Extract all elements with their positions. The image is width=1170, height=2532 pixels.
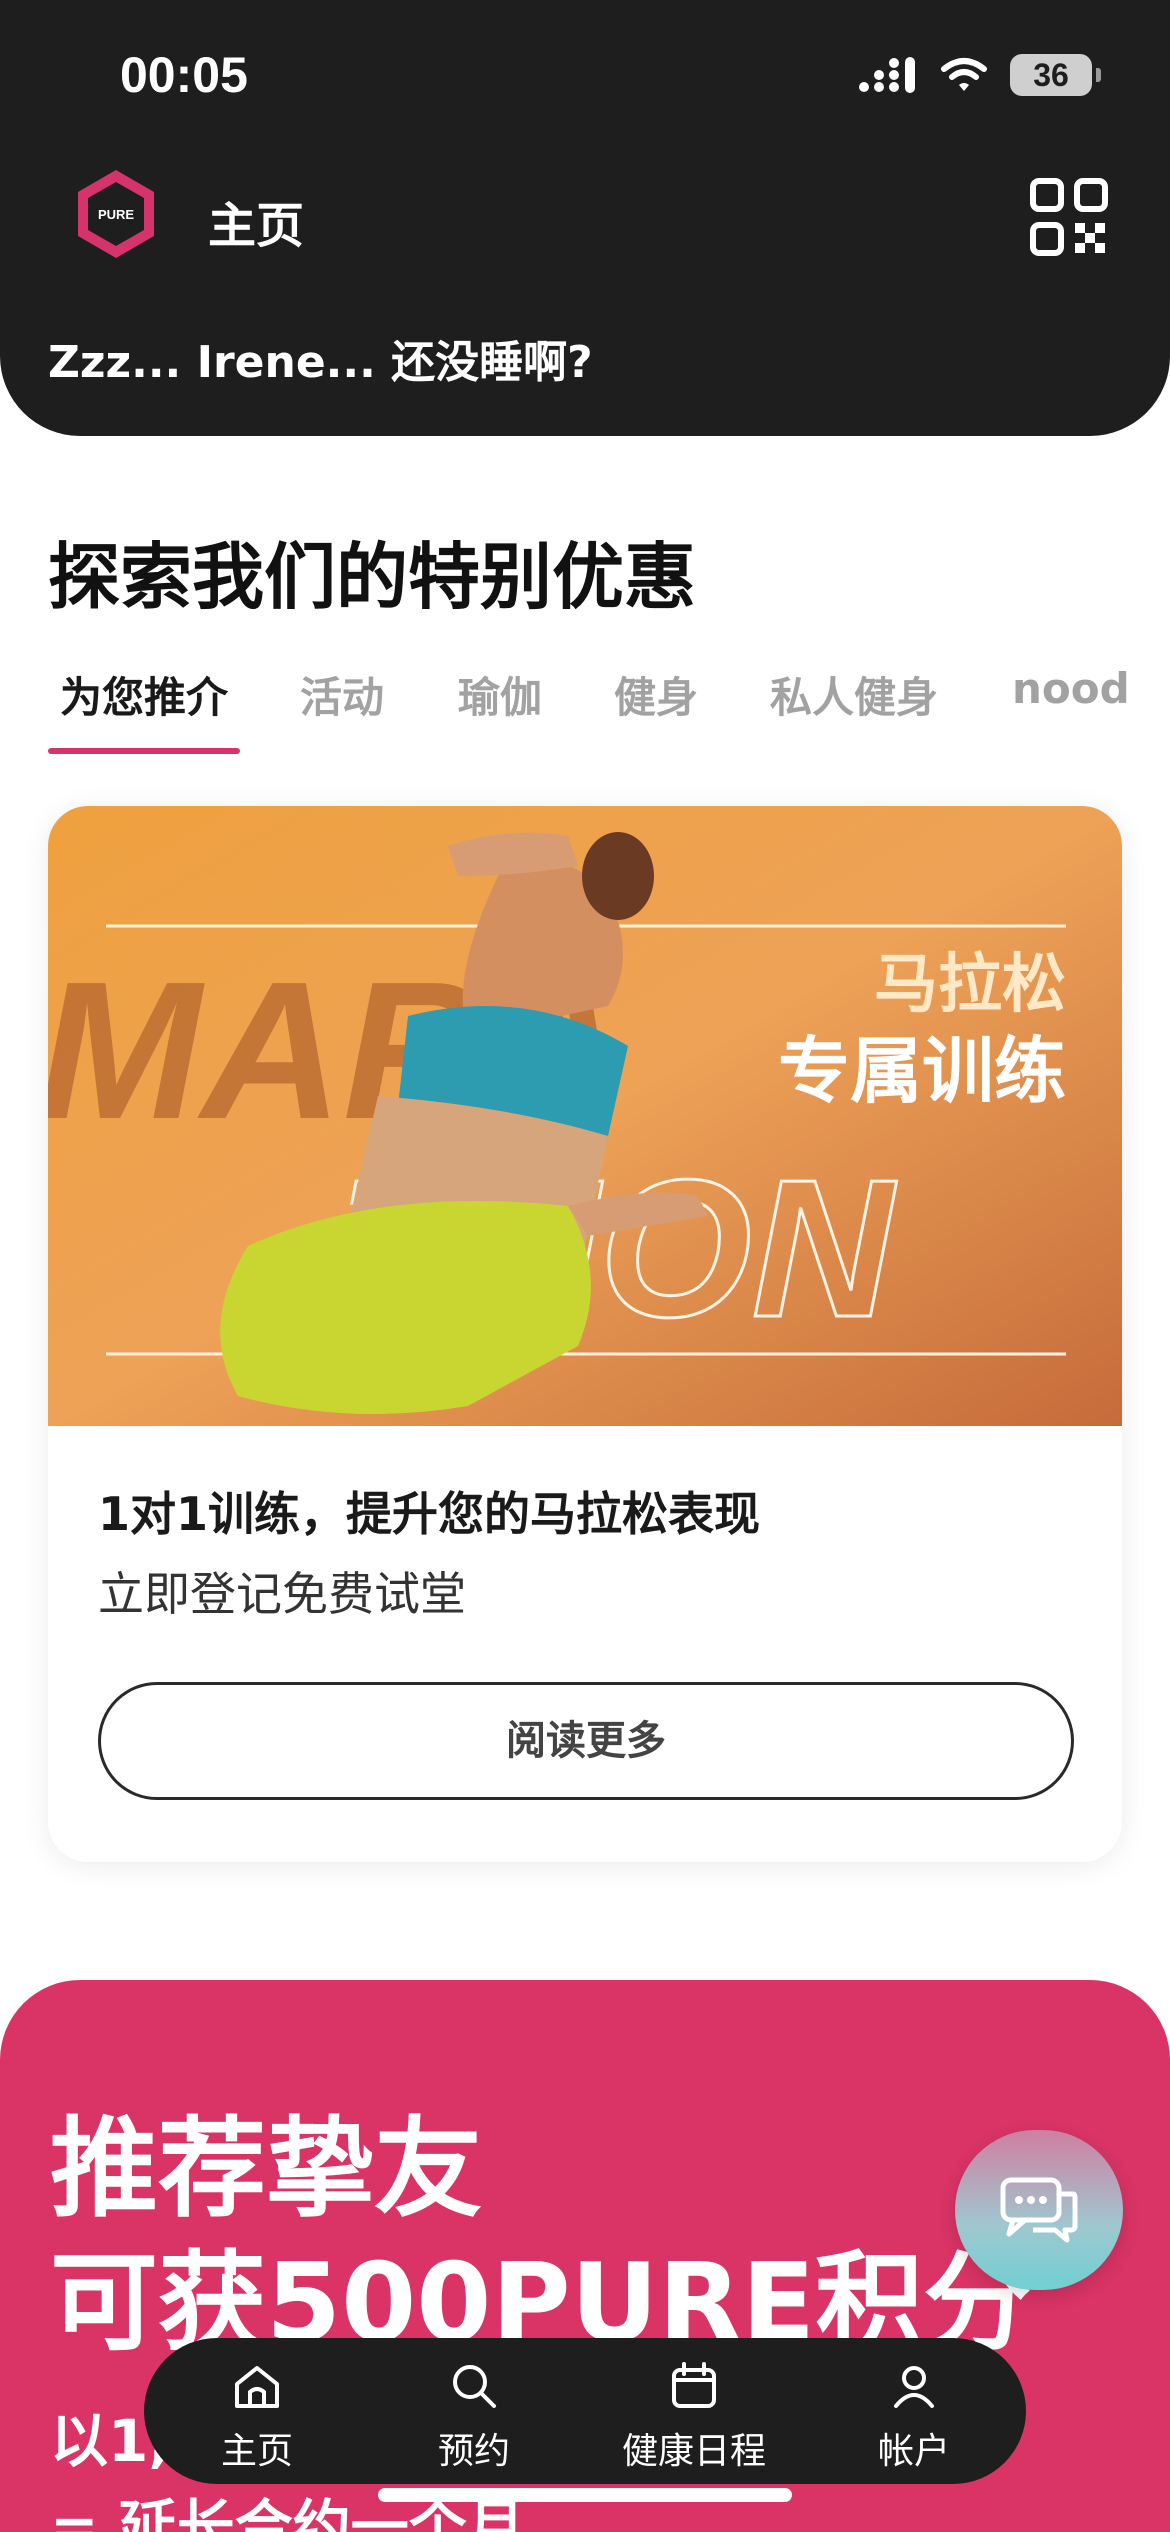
status-time: 00:05: [120, 47, 248, 103]
banner-line-1: 马拉松: [874, 948, 1066, 1022]
qr-code-icon[interactable]: [1030, 178, 1108, 256]
nav-booking[interactable]: 预约: [384, 2338, 564, 2484]
bottom-nav: 主页 预约 健康日程 帐户: [144, 2338, 1026, 2484]
app-header: 00:05 36 PURE 主页 Zzz... Irene... 还没睡啊?: [0, 0, 1170, 436]
tab-recommended[interactable]: 为您推介: [60, 664, 228, 725]
cellular-signal-icon: [859, 57, 915, 93]
nav-account[interactable]: 帐户: [824, 2338, 1004, 2484]
tab-yoga[interactable]: 瑜伽: [458, 664, 542, 725]
promo-subtitle: 立即登记免费试堂: [98, 1567, 466, 1621]
chat-button[interactable]: [955, 2130, 1123, 2290]
offer-tabs: 为您推介 活动 瑜伽 健身 私人健身 nood: [48, 656, 1170, 756]
tab-events[interactable]: 活动: [300, 664, 384, 725]
home-icon: [235, 2366, 279, 2408]
nav-schedule[interactable]: 健康日程: [604, 2338, 784, 2484]
referral-title: 推荐挚友: [50, 2107, 483, 2232]
read-more-button[interactable]: 阅读更多: [98, 1682, 1074, 1800]
nav-booking-label: 预约: [437, 2431, 510, 2472]
nav-schedule-label: 健康日程: [621, 2431, 766, 2472]
active-tab-indicator: [48, 748, 240, 754]
battery-indicator: 36: [1010, 54, 1101, 96]
pure-logo[interactable]: PURE: [70, 168, 162, 260]
logo-text: PURE: [98, 207, 134, 222]
chat-icon: [1000, 2177, 1078, 2243]
user-icon: [894, 2366, 934, 2408]
nav-home[interactable]: 主页: [167, 2338, 347, 2484]
page-title: 主页: [208, 198, 305, 254]
tab-fitness[interactable]: 健身: [614, 664, 698, 725]
tab-personal-training[interactable]: 私人健身: [770, 664, 938, 725]
promo-card[interactable]: MARA THON 马拉松 专属训练 1对1训练，提升您的马拉松表现 立即登记免…: [48, 806, 1122, 1862]
home-indicator[interactable]: [378, 2488, 792, 2502]
marathon-banner-image: MARA THON 马拉松 专属训练: [48, 806, 1122, 1426]
nav-account-label: 帐户: [877, 2431, 950, 2472]
status-icons: 36: [858, 54, 1101, 96]
greeting-text: Zzz... Irene... 还没睡啊?: [48, 337, 593, 388]
tab-nood[interactable]: nood: [1012, 664, 1130, 713]
promo-headline: 1对1训练，提升您的马拉松表现: [98, 1487, 761, 1541]
nav-home-label: 主页: [220, 2431, 293, 2472]
section-title: 探索我们的特别优惠: [48, 535, 697, 619]
calendar-icon: [672, 2362, 716, 2408]
wifi-icon: [941, 58, 987, 91]
banner-line-2: 专属训练: [778, 1029, 1066, 1113]
search-icon: [453, 2365, 496, 2408]
